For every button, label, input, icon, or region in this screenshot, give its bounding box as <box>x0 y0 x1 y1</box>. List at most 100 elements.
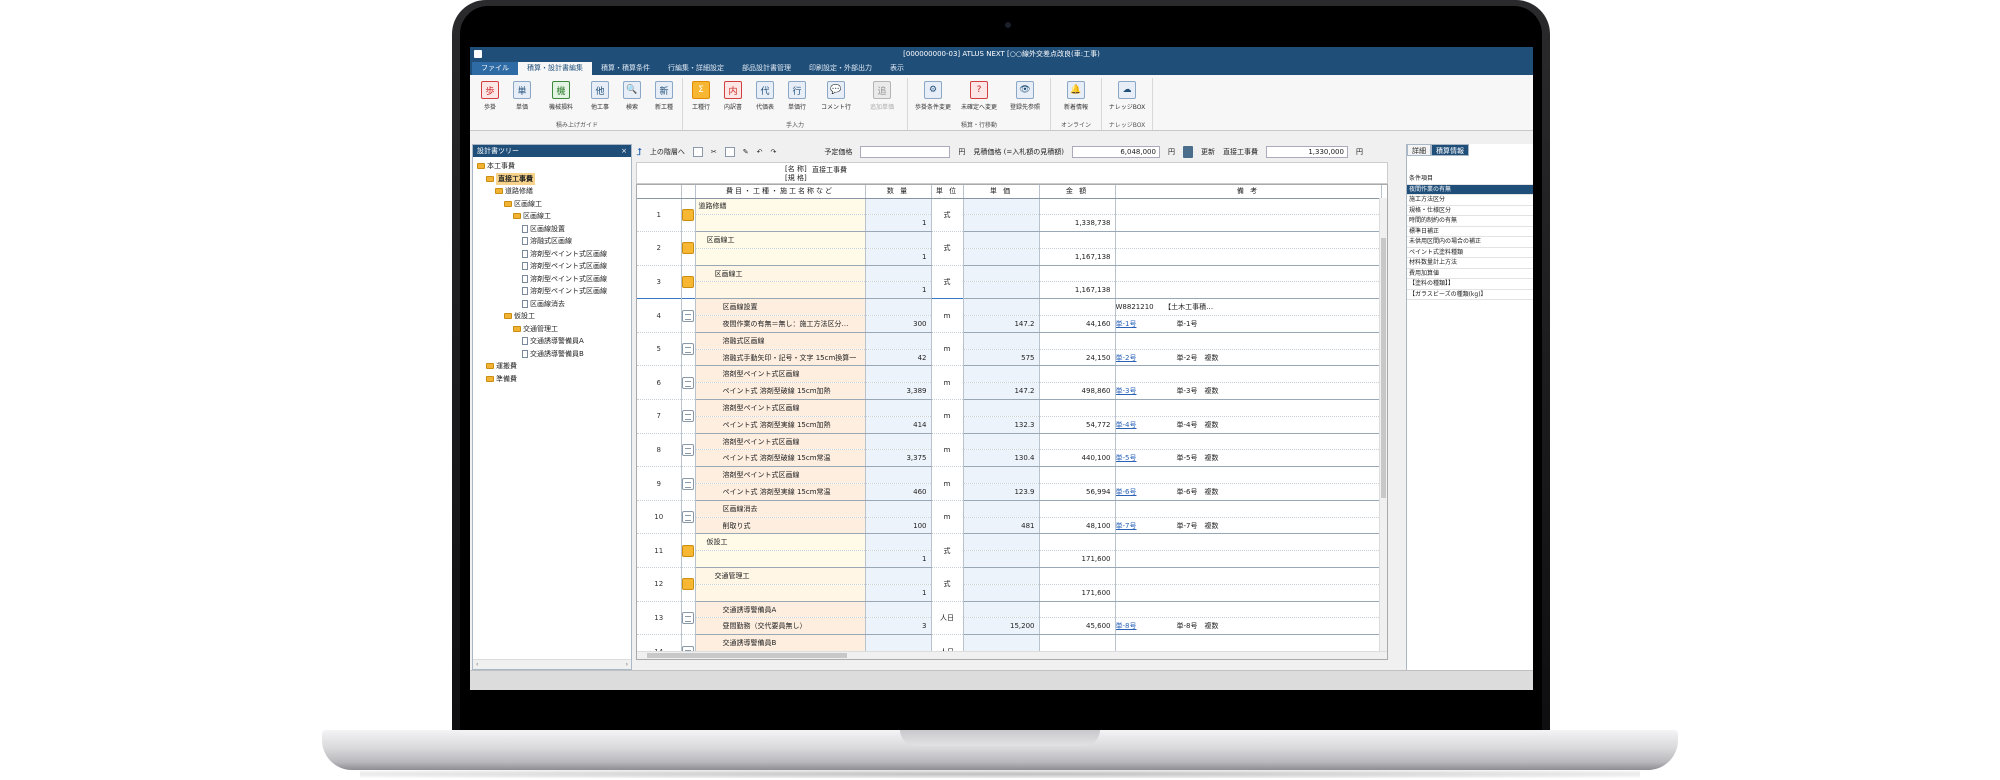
note-cell[interactable] <box>1115 198 1382 216</box>
note-cell[interactable]: W8821210 【土木工事積… <box>1115 298 1382 317</box>
note-value[interactable]: 単-6号 単-6号 複数 <box>1115 483 1382 501</box>
ribbon-button-search[interactable]: 🔍 検索 <box>617 78 647 120</box>
note-cell[interactable] <box>1115 567 1382 585</box>
condition-item[interactable]: 時間的制約の有無 <box>1407 216 1533 227</box>
table-row-second-line[interactable]: ペイント式 溶剤型破線 15cm常温 3,375 130.4 440,100 単-5号単… <box>637 449 1382 468</box>
tree-node[interactable]: 溶剤型ペイント式区画線 <box>473 285 631 298</box>
unit-price-value[interactable] <box>963 584 1040 602</box>
note-value[interactable]: 単-3号 単-3号 複数 <box>1115 382 1382 401</box>
price-sheet-link[interactable]: 単-8号 <box>1116 622 1137 630</box>
item-name[interactable]: 仮設工 <box>695 533 866 552</box>
item-name[interactable]: 溶剤型ペイント式区画線 <box>695 433 866 451</box>
paste-icon[interactable] <box>724 147 735 157</box>
table-row-second-line[interactable]: 1 171,600 <box>637 550 1382 569</box>
ribbon-button-reference[interactable]: 👁 登録先参照 <box>1003 78 1047 120</box>
table-row[interactable]: 3 区画線工 式 <box>637 265 1382 300</box>
scroll-right-icon[interactable]: › <box>626 661 628 668</box>
close-icon[interactable]: × <box>621 145 627 157</box>
table-row-second-line[interactable]: 1 1,167,138 <box>637 248 1382 266</box>
item-spec[interactable] <box>695 550 866 569</box>
tree-node[interactable]: 仮設工 <box>473 310 631 323</box>
tree-node[interactable]: 直接工事費 <box>473 172 631 185</box>
note-value[interactable]: 単-1号 単-1号 <box>1115 315 1382 333</box>
tree-node[interactable]: 区画線工 <box>473 198 631 211</box>
note-cell[interactable] <box>1115 466 1382 485</box>
table-row[interactable]: 11 仮設工 式 <box>637 533 1382 569</box>
item-name[interactable]: 溶融式区画線 <box>695 332 866 350</box>
scroll-left-icon[interactable]: ‹ <box>476 661 478 668</box>
condition-item[interactable]: 未供用区間内の場合の補正 <box>1407 237 1533 248</box>
quantity-cell[interactable] <box>865 433 932 451</box>
table-row[interactable]: 10 区画線消去 m <box>637 500 1382 535</box>
menu-tab[interactable]: 行編集・詳細設定 <box>659 62 733 75</box>
price-sheet-link[interactable]: 単-4号 <box>1116 421 1137 429</box>
unit-price-cell[interactable] <box>963 634 1040 653</box>
condition-item[interactable]: 費用加算値 <box>1407 269 1533 279</box>
condition-item[interactable]: 材料数量計上方法 <box>1407 258 1533 269</box>
grid-vertical-scrollbar[interactable] <box>1379 198 1387 651</box>
note-cell[interactable] <box>1115 500 1382 518</box>
note-value[interactable]: 単-5号 単-5号 複数 <box>1115 449 1382 468</box>
unit-price-cell[interactable] <box>963 298 1040 317</box>
unit-price-value[interactable]: 123.9 <box>963 483 1040 501</box>
detail-tab[interactable]: 詳細 <box>1407 144 1431 156</box>
unit-price-cell[interactable] <box>963 399 1040 417</box>
unit-price-value[interactable]: 481 <box>963 517 1040 535</box>
calculator-icon[interactable] <box>1182 146 1193 158</box>
tree-node[interactable]: 運搬費 <box>473 360 631 373</box>
item-spec[interactable] <box>695 248 866 266</box>
update-button[interactable]: 更新 <box>1201 147 1215 157</box>
item-spec[interactable] <box>695 584 866 602</box>
item-name[interactable]: 交通管理工 <box>695 567 866 585</box>
ribbon-button-knowledge[interactable]: ☁ ナレッジBOX <box>1105 78 1149 120</box>
table-row-second-line[interactable]: 1 1,167,138 <box>637 281 1382 300</box>
redo-icon[interactable]: ↷ <box>771 148 777 156</box>
unit-price-cell[interactable] <box>963 265 1040 283</box>
quantity-cell[interactable] <box>865 601 932 619</box>
eraser-icon[interactable]: ✎ <box>743 148 749 156</box>
item-spec[interactable]: ペイント式 溶剤型実線 15cm加熱 <box>695 416 866 434</box>
tree-node[interactable]: 本工事費 <box>473 160 631 173</box>
tree-node[interactable]: 区画線消去 <box>473 298 631 311</box>
item-name[interactable]: 溶剤型ペイント式区画線 <box>695 365 866 384</box>
condition-item[interactable]: ペイント式塗料種類 <box>1407 248 1533 258</box>
unit-price-cell[interactable] <box>963 433 1040 451</box>
menu-tab[interactable]: 積算・積算条件 <box>592 62 659 75</box>
item-name[interactable]: 交通誘導警備員A <box>695 601 866 619</box>
condition-item[interactable]: 夜間作業の有無 <box>1407 184 1533 195</box>
planned-price-field[interactable] <box>860 146 951 158</box>
unit-price-cell[interactable] <box>963 533 1040 552</box>
item-name[interactable]: 道路修繕 <box>695 198 866 216</box>
ribbon-button-unit-row[interactable]: 行単価行 <box>782 78 812 120</box>
item-name[interactable]: 区画線工 <box>695 231 866 249</box>
note-value[interactable] <box>1115 281 1382 300</box>
tree-node[interactable]: 区画線設置 <box>473 223 631 236</box>
quantity-cell[interactable] <box>865 231 932 249</box>
ribbon-button-unconfirmed[interactable]: ? 未確定へ変更 <box>957 78 1001 120</box>
scrollbar-thumb[interactable] <box>647 653 847 658</box>
unit-price-cell[interactable] <box>963 466 1040 485</box>
ribbon-button-additional-price[interactable]: 追追加単価 <box>860 78 904 120</box>
tree-node[interactable]: 準備費 <box>473 373 631 386</box>
quantity-cell[interactable] <box>865 500 932 518</box>
table-row-second-line[interactable]: 削取り式 100 481 48,100 単-7号 単-7号 複数 <box>637 517 1382 535</box>
note-cell[interactable] <box>1115 533 1382 552</box>
quantity-cell[interactable] <box>865 198 932 216</box>
price-sheet-link[interactable]: 単-7号 <box>1116 522 1137 530</box>
unit-price-value[interactable] <box>963 281 1040 300</box>
tree-node[interactable]: 交通誘導警備員B <box>473 348 631 361</box>
unit-price-cell[interactable] <box>963 601 1040 619</box>
condition-item[interactable]: 標準日補正 <box>1407 227 1533 237</box>
unit-price-value[interactable]: 575 <box>963 349 1040 367</box>
table-row[interactable]: 1 道路修繕式 <box>637 198 1382 233</box>
tree-node[interactable]: 区画線工 <box>473 210 631 223</box>
table-row[interactable]: 14交通誘導警備員B人日 <box>637 634 1382 659</box>
table-row-second-line[interactable]: ペイント式 溶剤型破線 15cm加熱 3,389 147.2 498,860 単-3号単… <box>637 382 1382 401</box>
quantity-cell[interactable] <box>865 265 932 283</box>
table-row[interactable]: 9 溶剤型ペイント式区画線 m <box>637 466 1382 501</box>
condition-item[interactable]: 【塗料の種類】】 <box>1407 279 1533 290</box>
detail-tab[interactable]: 積算情報 <box>1431 144 1469 156</box>
price-sheet-link[interactable]: 単-5号 <box>1116 454 1137 462</box>
quantity-cell[interactable] <box>865 466 932 485</box>
tree-node[interactable]: 溶剤型ペイント式区画線 <box>473 260 631 273</box>
